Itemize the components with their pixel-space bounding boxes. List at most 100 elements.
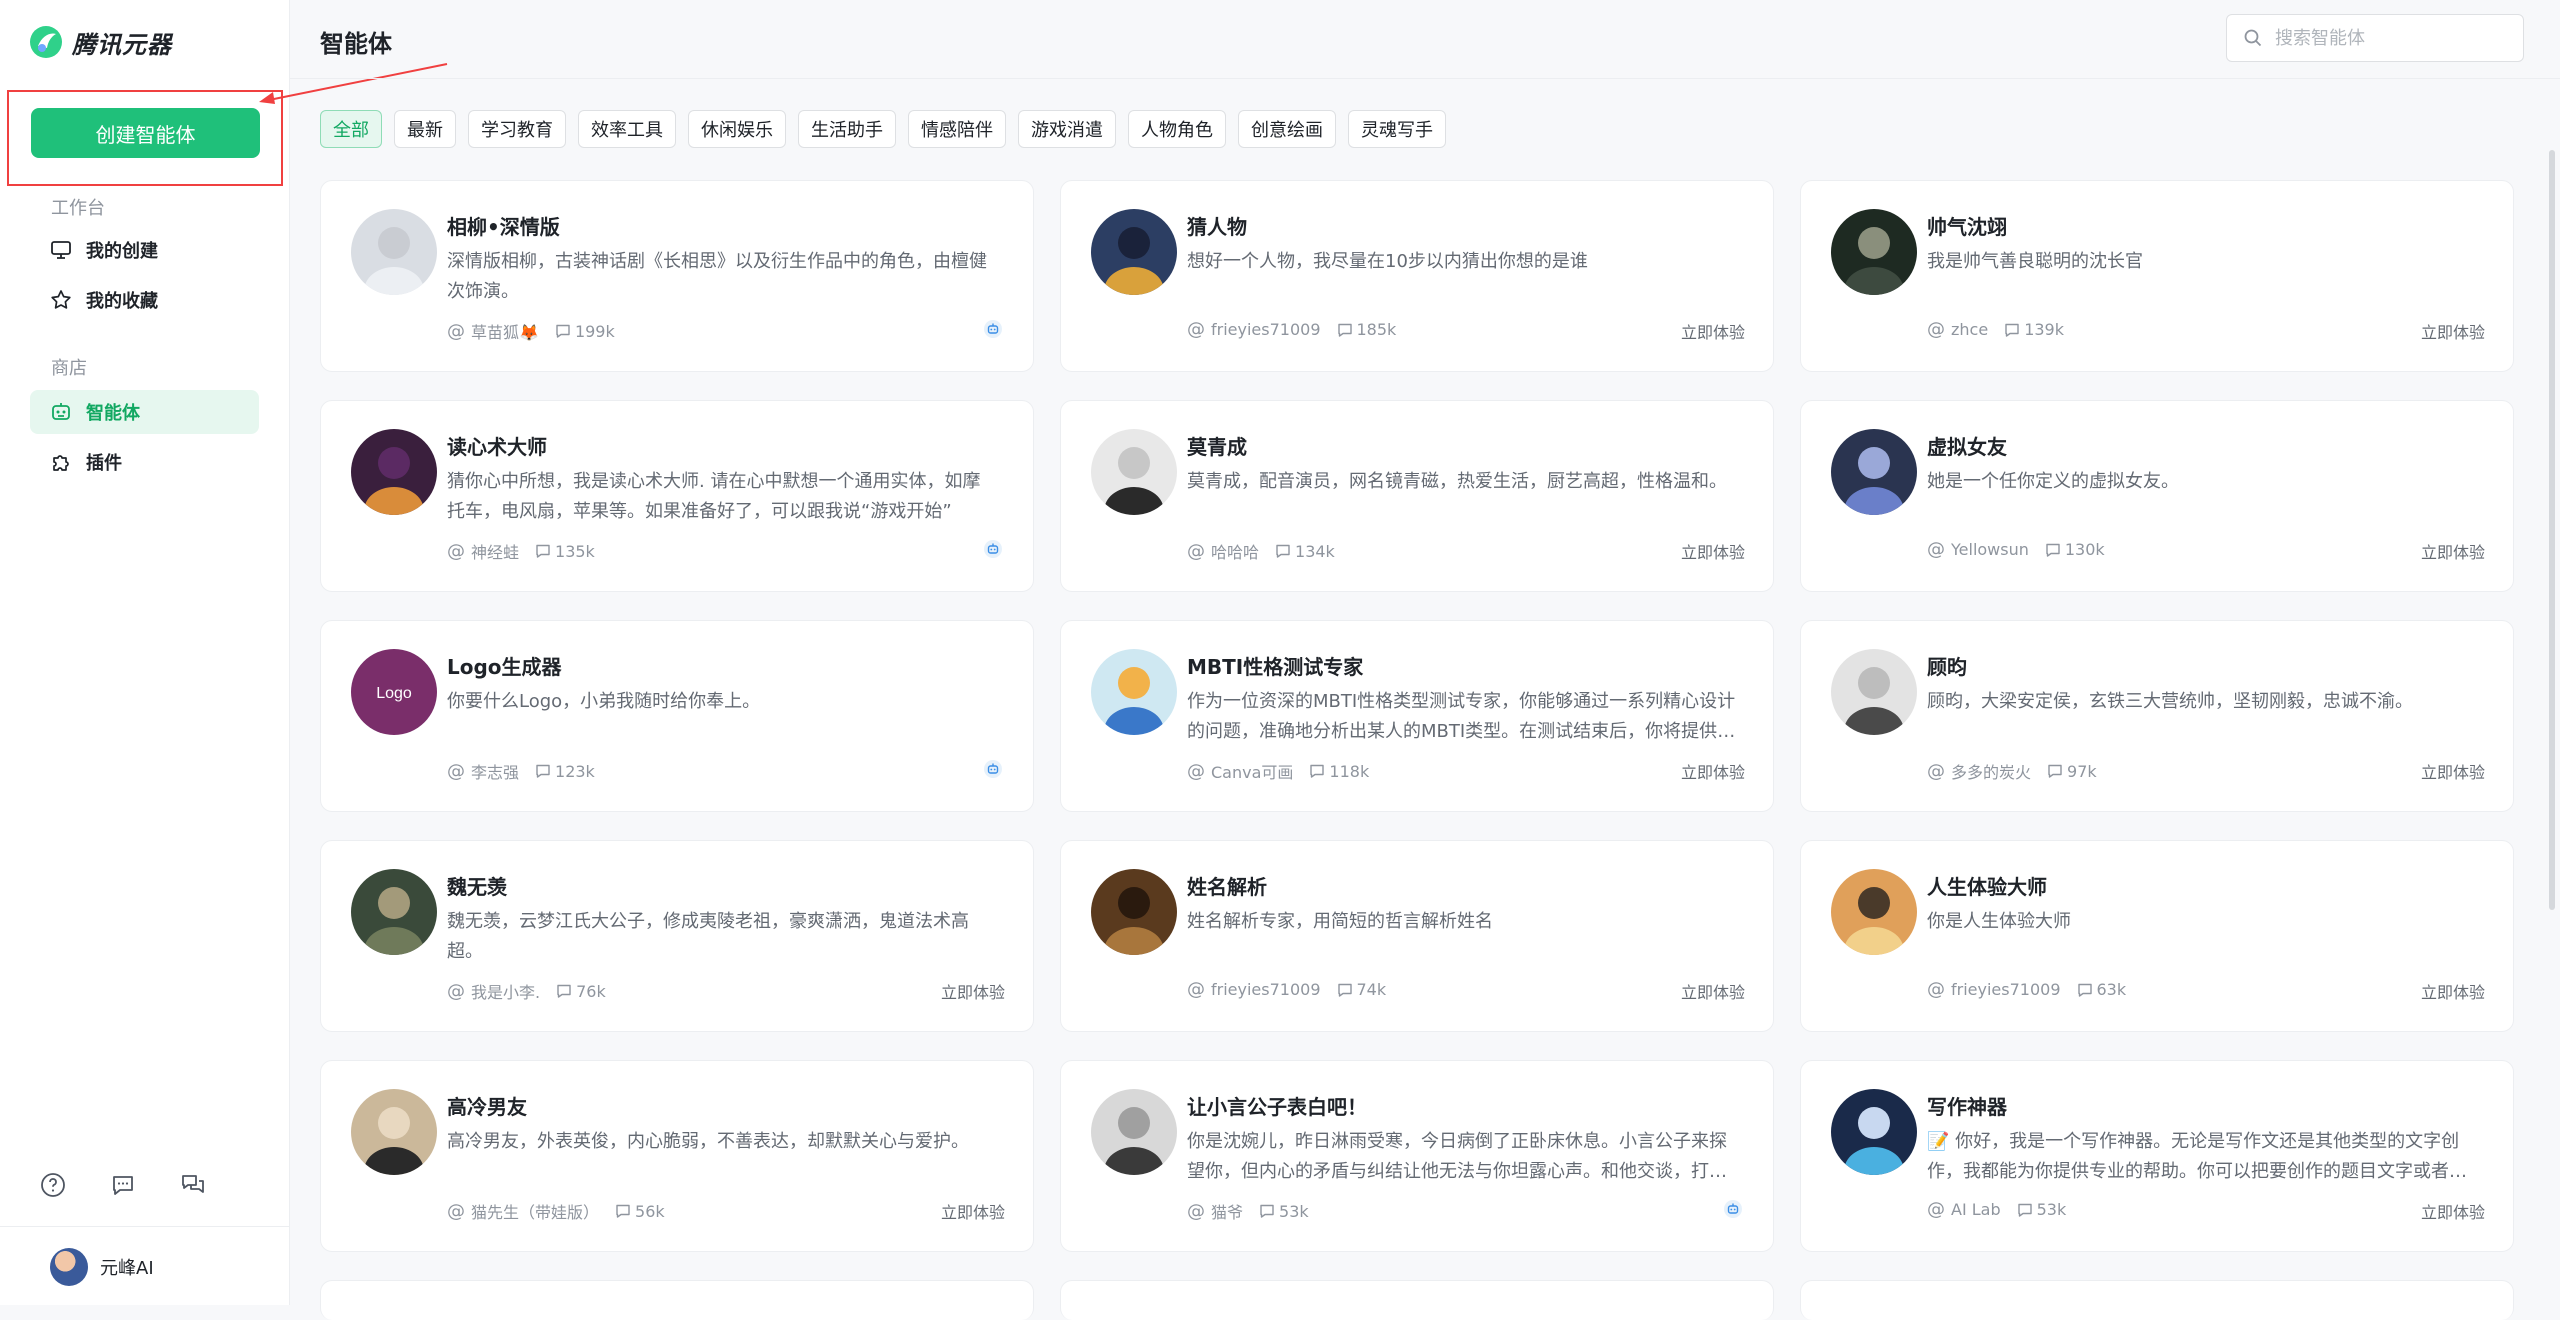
conversation-count: 97k — [2047, 762, 2097, 781]
agent-meta: @ 李志强 123k — [447, 759, 595, 783]
filter-chip[interactable]: 游戏消遣 — [1018, 110, 1116, 148]
scrollbar-thumb[interactable] — [2549, 150, 2555, 910]
agent-author: AI Lab — [1951, 1200, 2001, 1219]
at-icon: @ — [447, 320, 465, 342]
agent-meta: @ 猫爷 53k — [1187, 1199, 1309, 1223]
agent-card[interactable]: 顾昀 顾昀，大梁安定侯，玄铁三大营统帅，坚韧刚毅，忠诚不渝。 @ 多多的炭火 9… — [1800, 620, 2514, 812]
agent-card[interactable]: 莫青成 莫青成，配音演员，网名镜青磁，热爱生活，厨艺高超，性格温和。 @ 哈哈哈… — [1060, 400, 1774, 592]
sidebar-item-my-favorites[interactable]: 我的收藏 — [30, 278, 259, 322]
comment-icon — [1260, 1204, 1274, 1218]
agent-card[interactable]: 魏无羡 魏无羡，云梦江氏大公子，修成夷陵老祖，豪爽潇洒，鬼道法术高超。 @ 我是… — [320, 840, 1034, 1032]
filter-chip[interactable]: 休闲娱乐 — [688, 110, 786, 148]
conversation-count-value: 97k — [2067, 761, 2097, 781]
comment-icon — [556, 324, 570, 338]
search-box[interactable] — [2226, 14, 2524, 62]
agent-meta: @ frieyies71009 74k — [1187, 979, 1386, 1000]
agent-card-partial[interactable] — [1800, 1280, 2514, 1320]
agent-card[interactable]: 虚拟女友 她是一个任你定义的虚拟女友。 @ Yellowsun 130k 立即体… — [1800, 400, 2514, 592]
agent-avatar — [1831, 649, 1917, 735]
agent-card[interactable]: 猜人物 想好一个人物，我尽量在10步以内猜出你想的是谁 @ frieyies71… — [1060, 180, 1774, 372]
filter-chip[interactable]: 全部 — [320, 110, 382, 148]
filter-chip[interactable]: 人物角色 — [1128, 110, 1226, 148]
agent-name: 让小言公子表白吧！ — [1187, 1095, 1367, 1119]
try-now-link[interactable]: 立即体验 — [1681, 979, 1745, 1003]
agent-author: 草苗狐🦊 — [471, 323, 539, 342]
agent-card[interactable]: MBTI性格测试专家 作为一位资深的MBTI性格类型测试专家，你能够通过一系列精… — [1060, 620, 1774, 812]
agent-meta: @ 神经蛙 135k — [447, 539, 595, 563]
agent-card[interactable]: 高冷男友 高冷男友，外表英俊，内心脆弱，不善表达，却默默关心与爱护。 @ 猫先生… — [320, 1060, 1034, 1252]
conversation-count-value: 135k — [555, 541, 595, 561]
at-icon: @ — [447, 1200, 465, 1222]
community-chat-icon[interactable] — [178, 1170, 208, 1200]
robot-icon — [50, 401, 72, 423]
sidebar-item-label: 插件 — [86, 453, 122, 474]
monitor-icon — [50, 239, 72, 261]
filter-chip[interactable]: 效率工具 — [578, 110, 676, 148]
try-now-link[interactable]: 立即体验 — [941, 1199, 1005, 1223]
conversation-count-value: 76k — [576, 981, 606, 1001]
agent-card[interactable]: 帅气沈翊 我是帅气善良聪明的沈长官 @ zhce 139k 立即体验 — [1800, 180, 2514, 372]
tencent-yuanqi-logo-icon — [30, 26, 62, 58]
filter-chip[interactable]: 创意绘画 — [1238, 110, 1336, 148]
sidebar-item-plugins[interactable]: 插件 — [30, 440, 259, 484]
agent-description: 她是一个任你定义的虚拟女友。 — [1927, 471, 2179, 492]
agent-description: 我是帅气善良聪明的沈长官 — [1927, 251, 2143, 272]
agent-card[interactable]: 写作神器 📝 你好，我是一个写作神器。无论是写作文还是其他类型的文字创作，我都能… — [1800, 1060, 2514, 1252]
at-icon: @ — [1927, 1199, 1945, 1220]
sidebar-divider — [0, 1226, 289, 1227]
agent-description: 深情版相柳，古装神话剧《长相思》以及衍生作品中的角色，由檀健次饰演。 — [447, 251, 987, 302]
agent-card[interactable]: 让小言公子表白吧！ 你是沈婉儿，昨日淋雨受寒，今日病倒了正卧床休息。小言公子来探… — [1060, 1060, 1774, 1252]
conversation-count-value: 139k — [2024, 320, 2064, 339]
try-now-link[interactable]: 立即体验 — [1681, 759, 1745, 783]
sidebar-item-label: 我的收藏 — [86, 291, 158, 312]
agent-card[interactable]: 姓名解析 姓名解析专家，用简短的哲言解析姓名 @ frieyies71009 7… — [1060, 840, 1774, 1032]
user-profile[interactable]: 元峰AI — [50, 1248, 154, 1286]
try-now-link[interactable]: 立即体验 — [2421, 319, 2485, 343]
agent-card-partial[interactable] — [320, 1280, 1034, 1320]
agent-card[interactable]: 人生体验大师 你是人生体验大师 @ frieyies71009 63k 立即体验 — [1800, 840, 2514, 1032]
create-agent-button[interactable]: 创建智能体 — [31, 108, 260, 158]
agent-description: 你是沈婉儿，昨日淋雨受寒，今日病倒了正卧床休息。小言公子来探望你，但内心的矛盾与… — [1187, 1131, 1727, 1182]
agent-avatar — [1831, 429, 1917, 515]
agent-author: Canva可画 — [1211, 763, 1294, 782]
agent-name: MBTI性格测试专家 — [1187, 655, 1364, 679]
agent-card[interactable]: Logo Logo生成器 你要什么Logo，小弟我随时给你奉上。 @ 李志强 1… — [320, 620, 1034, 812]
agent-description: 顾昀，大梁安定侯，玄铁三大营统帅，坚韧刚毅，忠诚不渝。 — [1927, 691, 2413, 712]
at-icon: @ — [1187, 540, 1205, 562]
try-now-link[interactable]: 立即体验 — [2421, 539, 2485, 563]
agent-card[interactable]: 读心术大师 猜你心中所想，我是读心术大师. 请在心中默想一个通用实体，如摩托车，… — [320, 400, 1034, 592]
filter-chip[interactable]: 灵魂写手 — [1348, 110, 1446, 148]
comment-icon — [536, 544, 550, 558]
try-now-link[interactable]: 立即体验 — [2421, 979, 2485, 1003]
filter-chip[interactable]: 生活助手 — [798, 110, 896, 148]
agent-card-partial[interactable] — [1060, 1280, 1774, 1320]
conversation-count-value: 199k — [574, 321, 615, 341]
sidebar-item-my-creations[interactable]: 我的创建 — [30, 228, 259, 272]
search-input[interactable] — [2273, 26, 2517, 50]
agent-meta: @ frieyies71009 63k — [1927, 979, 2126, 1000]
filter-chip[interactable]: 学习教育 — [468, 110, 566, 148]
brand-logo[interactable]: 腾讯元器 — [28, 22, 172, 62]
feedback-chat-icon[interactable] — [108, 1170, 138, 1200]
filter-chip[interactable]: 最新 — [394, 110, 456, 148]
agent-name: 姓名解析 — [1187, 875, 1267, 899]
brand-name: 腾讯元器 — [72, 30, 172, 59]
try-now-link[interactable]: 立即体验 — [941, 979, 1005, 1003]
agent-author: 多多的炭火 — [1951, 763, 2032, 782]
agent-description: 高冷男友，外表英俊，内心脆弱，不善表达，却默默关心与爱护。 — [447, 1131, 969, 1152]
comment-icon — [1276, 544, 1290, 558]
agent-avatar — [1091, 869, 1177, 955]
help-icon[interactable] — [38, 1170, 68, 1200]
filter-chip[interactable]: 情感陪伴 — [908, 110, 1006, 148]
official-agent-badge-icon — [1723, 1199, 1743, 1219]
agent-card[interactable]: 相柳•深情版 深情版相柳，古装神话剧《长相思》以及衍生作品中的角色，由檀健次饰演… — [320, 180, 1034, 372]
sidebar-item-agents[interactable]: 智能体 — [30, 390, 259, 434]
agent-meta: @ AI Lab 53k — [1927, 1199, 2066, 1220]
try-now-link[interactable]: 立即体验 — [1681, 319, 1745, 343]
try-now-link[interactable]: 立即体验 — [1681, 539, 1745, 563]
conversation-count-value: 130k — [2064, 540, 2105, 559]
try-now-link[interactable]: 立即体验 — [2421, 759, 2485, 783]
try-now-link[interactable]: 立即体验 — [2421, 1199, 2485, 1223]
agent-avatar — [351, 209, 437, 295]
agent-description: 莫青成，配音演员，网名镜青磁，热爱生活，厨艺高超，性格温和。 — [1187, 471, 1727, 492]
